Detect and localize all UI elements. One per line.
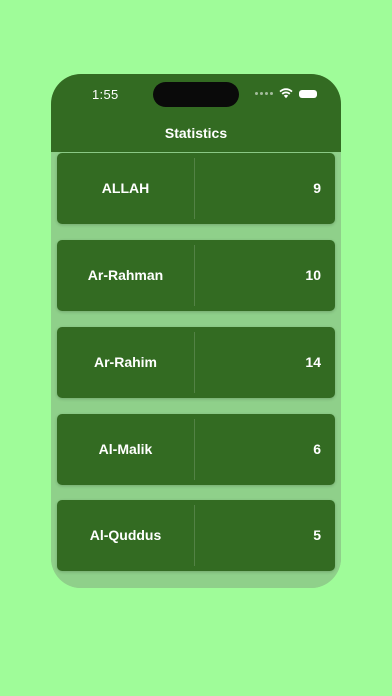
battery-icon xyxy=(299,89,317,98)
signal-dots-icon xyxy=(255,92,273,95)
wifi-icon xyxy=(279,88,293,99)
name-label: Ar-Rahim xyxy=(93,354,157,370)
status-icons xyxy=(255,88,317,99)
name-label: ALLAH xyxy=(101,180,150,196)
list-item[interactable]: Al-Malik 6 xyxy=(57,414,335,485)
status-time: 1:55 xyxy=(92,87,119,102)
count-value: 5 xyxy=(313,527,321,543)
divider xyxy=(194,158,195,219)
divider xyxy=(194,332,195,393)
phone-screen: 1:55 Statistics ALLAH 9 Ar-Rahman 10 Ar-… xyxy=(51,74,341,588)
list-item[interactable]: Ar-Rahman 10 xyxy=(57,240,335,311)
name-label: Ar-Rahman xyxy=(87,267,164,283)
list-item[interactable]: Al-Quddus 5 xyxy=(57,500,335,571)
list-item[interactable]: Ar-Rahim 14 xyxy=(57,327,335,398)
statistics-list[interactable]: ALLAH 9 Ar-Rahman 10 Ar-Rahim 14 Al-Mali… xyxy=(51,152,341,588)
count-value: 6 xyxy=(313,441,321,457)
count-value: 10 xyxy=(305,267,321,283)
name-label: Al-Malik xyxy=(98,441,153,457)
name-label: Al-Quddus xyxy=(89,527,162,543)
dynamic-island xyxy=(153,82,239,107)
list-item[interactable]: ALLAH 9 xyxy=(57,153,335,224)
count-value: 14 xyxy=(305,354,321,370)
divider xyxy=(194,245,195,306)
count-value: 9 xyxy=(313,180,321,196)
divider xyxy=(194,505,195,566)
header: 1:55 Statistics xyxy=(51,74,341,152)
divider xyxy=(194,419,195,480)
page-title: Statistics xyxy=(164,125,228,141)
